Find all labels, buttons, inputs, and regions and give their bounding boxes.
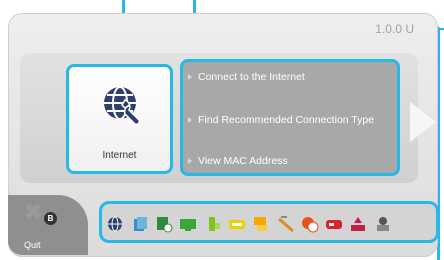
menu-item-find-connection-type[interactable]: Find Recommended Connection Type bbox=[188, 114, 374, 126]
bullet-icon bbox=[188, 74, 192, 81]
power-icon[interactable] bbox=[204, 215, 222, 233]
menu-item-label: Find Recommended Connection Type bbox=[198, 114, 375, 126]
tv-icon[interactable] bbox=[179, 215, 197, 233]
internet-icon[interactable] bbox=[106, 215, 124, 233]
quit-button[interactable] bbox=[8, 195, 88, 255]
tools-icon[interactable] bbox=[277, 215, 295, 233]
date-time-icon[interactable] bbox=[155, 215, 173, 233]
data-management-icon[interactable] bbox=[131, 215, 149, 233]
bullet-icon bbox=[188, 158, 192, 165]
console-icon[interactable] bbox=[325, 215, 343, 233]
sensor-bar-icon[interactable] bbox=[228, 215, 246, 233]
close-icon: ✖ bbox=[24, 199, 43, 224]
options-menu: Connect to the Internet Find Recommended… bbox=[180, 59, 400, 176]
category-label: Internet bbox=[102, 150, 137, 161]
bullet-icon bbox=[188, 117, 192, 124]
globe-wrench-icon bbox=[104, 86, 141, 126]
menu-item-label: View MAC Address bbox=[198, 155, 288, 167]
menu-item-label: Connect to the Internet bbox=[198, 71, 305, 83]
internet-category-card[interactable]: Internet bbox=[66, 64, 173, 174]
b-button-icon: B bbox=[44, 212, 57, 225]
right-arrow-icon[interactable] bbox=[410, 102, 436, 142]
user-icon[interactable] bbox=[374, 215, 392, 233]
menu-item-view-mac[interactable]: View MAC Address bbox=[188, 155, 288, 167]
version-label: 1.0.0 U bbox=[375, 22, 414, 36]
parental-controls-icon[interactable] bbox=[252, 215, 270, 233]
menu-item-connect[interactable]: Connect to the Internet bbox=[188, 71, 305, 83]
quit-label: Quit bbox=[24, 240, 41, 250]
system-update-icon[interactable] bbox=[349, 215, 367, 233]
language-icon[interactable] bbox=[301, 215, 319, 233]
